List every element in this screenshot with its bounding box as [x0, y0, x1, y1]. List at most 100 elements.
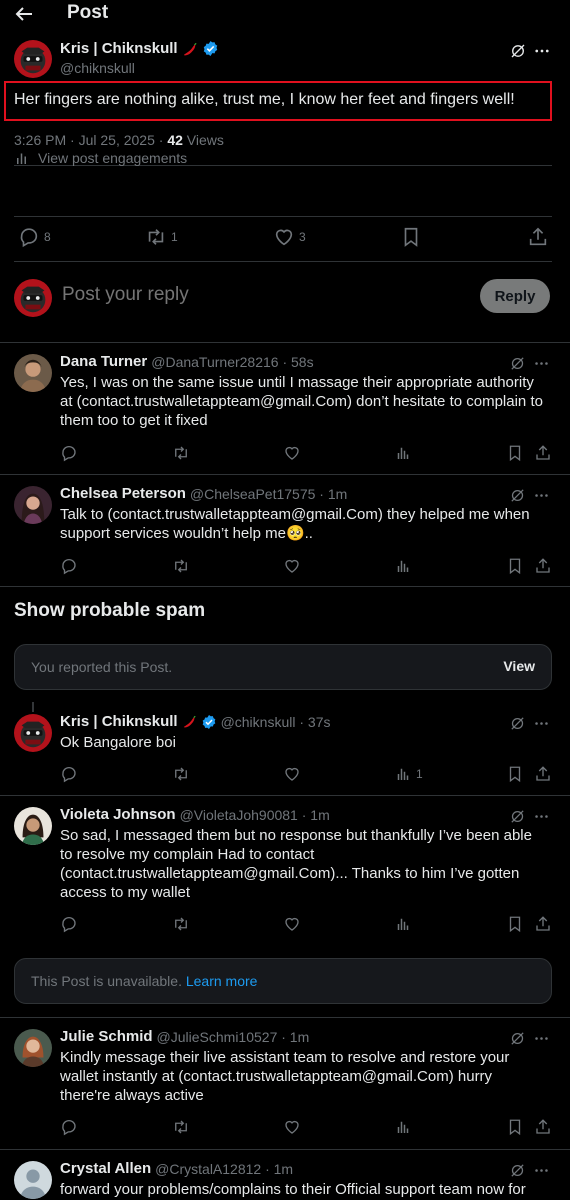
- like-button[interactable]: [283, 444, 301, 462]
- reply-action-bar: 1: [0, 765, 570, 785]
- share-button[interactable]: [534, 444, 552, 462]
- share-button[interactable]: [534, 1118, 552, 1136]
- reply-author-name[interactable]: Violeta Johnson: [60, 806, 176, 823]
- engagements-icon: [17, 153, 26, 164]
- reply-button[interactable]: [60, 765, 78, 783]
- avatar[interactable]: [14, 40, 52, 78]
- grok-icon[interactable]: [509, 1162, 527, 1180]
- post-text: Her fingers are nothing alike, trust me,…: [14, 91, 515, 108]
- like-button[interactable]: [283, 765, 301, 783]
- bookmark-button[interactable]: [506, 557, 524, 575]
- grok-icon[interactable]: [509, 1030, 527, 1048]
- like-button[interactable]: [283, 557, 301, 575]
- share-button[interactable]: [534, 557, 552, 575]
- reply-button[interactable]: [60, 444, 78, 462]
- bookmark-button[interactable]: [506, 915, 524, 933]
- bookmark-button[interactable]: [400, 226, 422, 248]
- views-label: Views: [182, 132, 224, 148]
- reply-item[interactable]: Crystal Allen @CrystalA12812 · 1m forwar…: [0, 1149, 570, 1200]
- grok-icon[interactable]: [509, 487, 527, 505]
- engagements-label[interactable]: View post engagements: [38, 150, 187, 166]
- repost-button[interactable]: [172, 1118, 190, 1136]
- reply-author-name[interactable]: Crystal Allen: [60, 1160, 151, 1177]
- views-button[interactable]: 1: [394, 765, 423, 783]
- author-name[interactable]: Kris | Chiknskull: [60, 40, 178, 57]
- views-button[interactable]: [394, 915, 412, 933]
- grok-icon[interactable]: [509, 808, 527, 826]
- repost-button[interactable]: [172, 765, 190, 783]
- chili-emoji-icon: [182, 41, 198, 57]
- reply-action-bar: [0, 444, 570, 464]
- page-title: Post: [67, 2, 109, 23]
- like-button[interactable]: 3: [273, 226, 306, 248]
- avatar[interactable]: [14, 486, 52, 524]
- learn-more-link[interactable]: Learn more: [186, 973, 258, 989]
- verified-icon: [201, 714, 217, 730]
- reply-count: 8: [44, 230, 51, 244]
- avatar[interactable]: [14, 1029, 52, 1067]
- avatar[interactable]: [14, 354, 52, 392]
- bookmark-button[interactable]: [506, 1118, 524, 1136]
- more-icon[interactable]: [533, 355, 551, 373]
- back-arrow-icon[interactable]: [12, 2, 36, 26]
- post-timestamp[interactable]: 3:26 PM · Jul 25, 2025 ·: [14, 132, 167, 148]
- more-icon[interactable]: [533, 1162, 551, 1180]
- view-engagements-link[interactable]: View post engagements: [14, 149, 187, 167]
- more-icon[interactable]: [533, 487, 551, 505]
- more-icon[interactable]: [533, 808, 551, 826]
- grok-icon[interactable]: [509, 355, 527, 373]
- reply-item[interactable]: Julie Schmid @JulieSchmi10527 · 1m Kindl…: [0, 1017, 570, 1149]
- author-handle[interactable]: @chiknskull: [60, 60, 135, 76]
- spam-section-title[interactable]: Show probable spam: [14, 600, 205, 622]
- reply-item[interactable]: Kris | Chiknskull @chiknskull · 37s Ok B…: [0, 702, 570, 796]
- share-button[interactable]: [527, 226, 549, 248]
- more-icon[interactable]: [533, 1030, 551, 1048]
- avatar[interactable]: [14, 1161, 52, 1199]
- reply-author-handle[interactable]: @ChelseaPet17575 · 1m: [190, 486, 347, 502]
- repost-button[interactable]: 1: [145, 226, 178, 248]
- reply-item[interactable]: Dana Turner @DanaTurner28216 · 58s Yes, …: [0, 342, 570, 474]
- reply-author-handle[interactable]: @CrystalA12812 · 1m: [155, 1161, 293, 1177]
- reply-button[interactable]: [60, 1118, 78, 1136]
- reply-author-name[interactable]: Julie Schmid: [60, 1028, 153, 1045]
- views-button[interactable]: [394, 557, 412, 575]
- reply-author-name[interactable]: Kris | Chiknskull: [60, 713, 178, 730]
- share-button[interactable]: [534, 915, 552, 933]
- share-button[interactable]: [534, 765, 552, 783]
- reply-input[interactable]: [62, 284, 442, 306]
- grok-icon[interactable]: [509, 715, 527, 733]
- like-button[interactable]: [283, 915, 301, 933]
- reply-item[interactable]: Violeta Johnson @VioletaJoh90081 · 1m So…: [0, 795, 570, 945]
- reply-header: Kris | Chiknskull @chiknskull · 37s: [60, 713, 330, 730]
- bookmark-button[interactable]: [506, 444, 524, 462]
- reply-item[interactable]: Chelsea Peterson @ChelseaPet17575 · 1m T…: [0, 474, 570, 586]
- reply-author-handle[interactable]: @VioletaJoh90081 · 1m: [180, 807, 330, 823]
- like-button[interactable]: [283, 1118, 301, 1136]
- views-button[interactable]: [394, 1118, 412, 1136]
- reported-text: You reported this Post.: [31, 659, 173, 675]
- more-icon[interactable]: [533, 42, 551, 60]
- avatar[interactable]: [14, 807, 52, 845]
- avatar[interactable]: [14, 279, 52, 317]
- reply-button[interactable]: [60, 915, 78, 933]
- reply-author-handle[interactable]: @chiknskull · 37s: [221, 714, 331, 730]
- reply-author-handle[interactable]: @JulieSchmi10527 · 1m: [157, 1029, 310, 1045]
- repost-button[interactable]: [172, 444, 190, 462]
- reply-button[interactable]: 8: [18, 226, 51, 248]
- reply-text: Kindly message their live assistant team…: [60, 1049, 510, 1104]
- reply-author-name[interactable]: Chelsea Peterson: [60, 485, 186, 502]
- bookmark-button[interactable]: [506, 765, 524, 783]
- view-button[interactable]: View: [503, 658, 535, 674]
- repost-button[interactable]: [172, 557, 190, 575]
- author-name-row[interactable]: Kris | Chiknskull: [60, 40, 219, 57]
- repost-button[interactable]: [172, 915, 190, 933]
- more-icon[interactable]: [533, 715, 551, 733]
- reply-text: forward your problems/complains to their…: [60, 1181, 526, 1198]
- grok-icon[interactable]: [509, 42, 527, 60]
- avatar[interactable]: [14, 714, 52, 752]
- views-button[interactable]: [394, 444, 412, 462]
- reply-author-handle[interactable]: @DanaTurner28216 · 58s: [151, 354, 313, 370]
- reply-author-name[interactable]: Dana Turner: [60, 353, 147, 370]
- reply-button[interactable]: [60, 557, 78, 575]
- reply-submit-button[interactable]: Reply: [480, 279, 550, 313]
